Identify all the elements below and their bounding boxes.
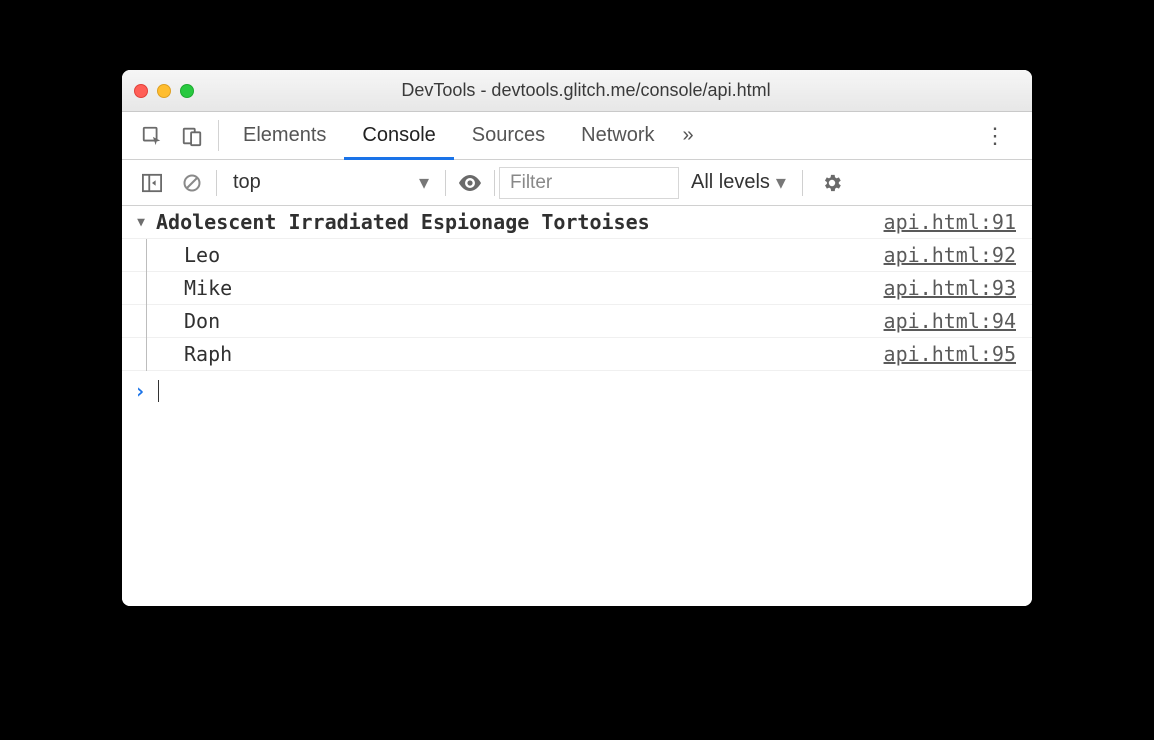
source-link[interactable]: api.html:92 (884, 243, 1016, 267)
console-message: Raph api.html:95 (122, 338, 1032, 371)
levels-label: All levels (691, 171, 770, 194)
titlebar: DevTools - devtools.glitch.me/console/ap… (122, 70, 1032, 112)
clear-console-icon[interactable] (172, 160, 212, 205)
source-link[interactable]: api.html:91 (884, 210, 1016, 234)
tab-elements[interactable]: Elements (225, 113, 344, 160)
console-group-children: Leo api.html:92 Mike api.html:93 Don api… (122, 239, 1032, 371)
divider (494, 170, 495, 196)
message-text: Mike (184, 276, 232, 300)
prompt-caret-icon: › (134, 379, 146, 403)
panel-tabbar: Elements Console Sources Network » ⋮ (122, 112, 1032, 160)
panel-tabs: Elements Console Sources Network » (225, 112, 704, 159)
device-toolbar-icon[interactable] (172, 112, 212, 159)
message-text: Don (184, 309, 220, 333)
more-options-icon[interactable]: ⋮ (968, 112, 1022, 159)
console-message: Don api.html:94 (122, 305, 1032, 338)
source-link[interactable]: api.html:93 (884, 276, 1016, 300)
disclosure-triangle-icon[interactable]: ▼ (134, 215, 148, 230)
close-window-button[interactable] (134, 84, 148, 98)
inspect-element-icon[interactable] (132, 112, 172, 159)
text-cursor (158, 380, 159, 402)
tree-line (146, 239, 147, 371)
execution-context-selector[interactable]: top ▾ (221, 170, 441, 195)
message-text: Raph (184, 342, 232, 366)
group-label: Adolescent Irradiated Espionage Tortoise… (156, 210, 650, 234)
divider (802, 170, 803, 196)
console-message: Leo api.html:92 (122, 239, 1032, 272)
source-link[interactable]: api.html:94 (884, 309, 1016, 333)
tabs-overflow-button[interactable]: » (673, 113, 704, 160)
console-message: Mike api.html:93 (122, 272, 1032, 305)
show-console-sidebar-icon[interactable] (132, 160, 172, 205)
divider (218, 120, 219, 151)
tab-network[interactable]: Network (563, 113, 672, 160)
chevron-down-icon: ▾ (419, 170, 429, 195)
window-title: DevTools - devtools.glitch.me/console/ap… (152, 80, 1020, 101)
live-expression-icon[interactable] (450, 175, 490, 191)
filter-input[interactable] (499, 167, 679, 199)
source-link[interactable]: api.html:95 (884, 342, 1016, 366)
console-group-header[interactable]: ▼ Adolescent Irradiated Espionage Tortoi… (122, 206, 1032, 239)
message-text: Leo (184, 243, 220, 267)
divider (216, 170, 217, 196)
console-settings-icon[interactable] (807, 172, 857, 194)
console-output: ▼ Adolescent Irradiated Espionage Tortoi… (122, 206, 1032, 606)
console-toolbar: top ▾ All levels ▾ (122, 160, 1032, 206)
devtools-window: DevTools - devtools.glitch.me/console/ap… (122, 70, 1032, 606)
tab-sources[interactable]: Sources (454, 113, 563, 160)
tab-console[interactable]: Console (344, 113, 453, 160)
divider (445, 170, 446, 196)
log-levels-selector[interactable]: All levels ▾ (679, 170, 798, 195)
context-label: top (233, 171, 261, 194)
chevron-down-icon: ▾ (776, 170, 786, 195)
console-prompt[interactable]: › (122, 371, 1032, 411)
